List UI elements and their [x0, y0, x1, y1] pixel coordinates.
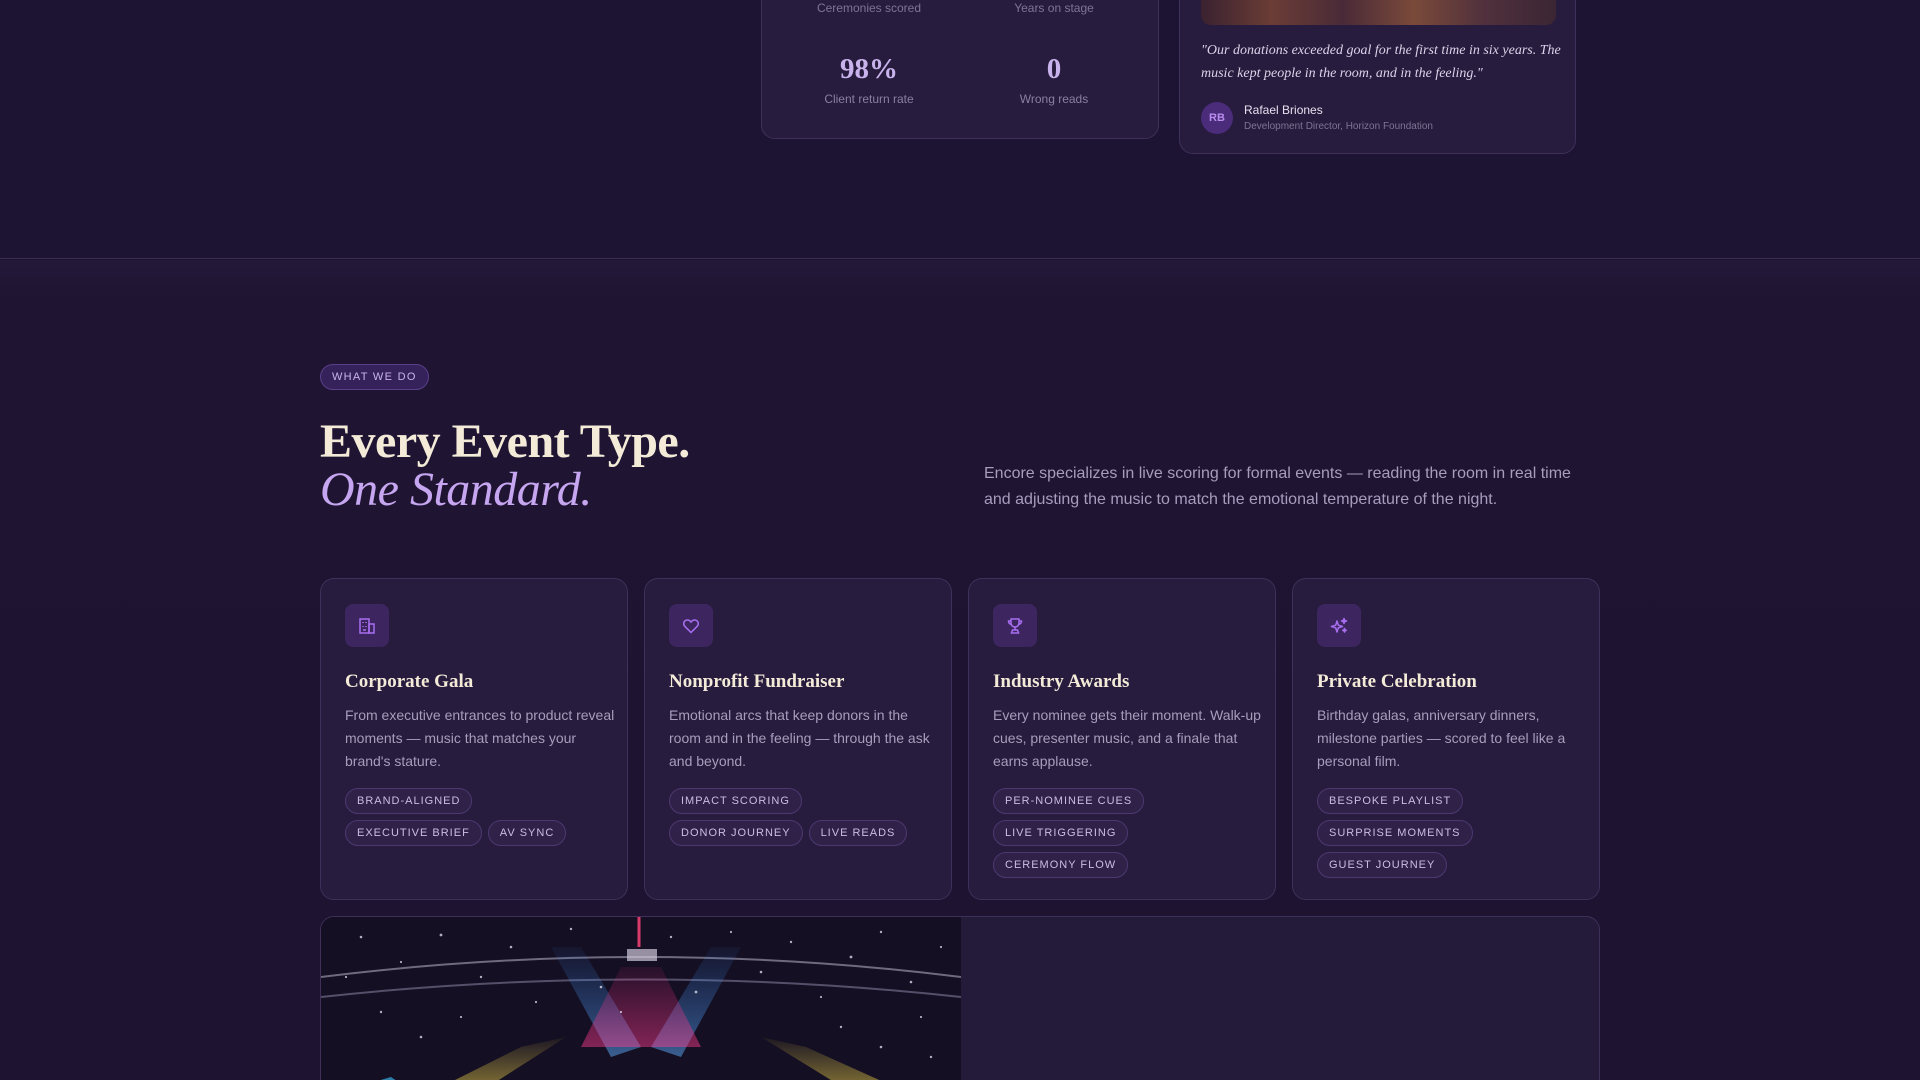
testimonial-photo	[1201, 0, 1556, 25]
tag: PER-NOMINEE CUES	[993, 788, 1145, 814]
service-card-corporate-gala[interactable]: Corporate Gala From executive entrances …	[320, 578, 628, 900]
feature-card	[320, 916, 1600, 1080]
stat-label: Client return rate	[824, 92, 914, 106]
tag: BRAND-ALIGNED	[345, 788, 473, 814]
tag: SURPRISE MOMENTS	[1317, 820, 1473, 846]
card-title: Nonprofit Fundraiser	[669, 671, 845, 692]
tag: DONOR JOURNEY	[669, 820, 803, 846]
card-description: Birthday galas, anniversary dinners, mil…	[1317, 707, 1566, 769]
stat-label: Wrong reads	[1019, 92, 1089, 106]
service-card-private-celebration[interactable]: Private Celebration Birthday galas, anni…	[1292, 578, 1600, 900]
sparkles-icon	[1317, 604, 1361, 647]
stat-label-years: Years on stage	[1014, 1, 1094, 15]
card-description: Emotional arcs that keep donors in the r…	[669, 707, 930, 769]
card-description: Every nominee gets their moment. Walk-up…	[993, 707, 1261, 769]
tag-list: BESPOKE PLAYLIST SURPRISE MOMENTS GUEST …	[1317, 788, 1587, 878]
tag-list: PER-NOMINEE CUES LIVE TRIGGERING CEREMON…	[993, 788, 1263, 878]
section-intro: Encore specializes in live scoring for f…	[984, 465, 1571, 508]
card-title: Industry Awards	[993, 671, 1130, 692]
stat-wrong-reads: 0 Wrong reads	[964, 53, 1144, 106]
section-title-italic: One Standard.	[320, 463, 592, 516]
author-role: Development Director, Horizon Foundation	[1244, 121, 1433, 132]
building-icon	[345, 604, 389, 647]
stat-value: 0	[1046, 53, 1062, 85]
stat-label-ceremonies: Ceremonies scored	[816, 1, 922, 15]
testimonial-card: "Our donations exceeded goal for the fir…	[1179, 0, 1576, 154]
author-name: Rafael Briones	[1244, 103, 1323, 117]
tag: EXECUTIVE BRIEF	[345, 820, 482, 846]
concert-stage-image	[321, 917, 961, 1080]
stats-card: Ceremonies scored Years on stage 98% Cli…	[761, 0, 1159, 139]
tag: CEREMONY FLOW	[993, 852, 1129, 878]
tag: AV SYNC	[487, 820, 567, 846]
tag-list: BRAND-ALIGNED EXECUTIVE BRIEF AV SYNC	[345, 788, 615, 846]
avatar: RB	[1201, 102, 1233, 134]
tag: BESPOKE PLAYLIST	[1317, 788, 1464, 814]
card-title: Private Celebration	[1317, 671, 1477, 692]
trophy-icon	[993, 604, 1037, 647]
stat-value: 98%	[840, 53, 898, 85]
tag: IMPACT SCORING	[669, 788, 802, 814]
tag: LIVE READS	[808, 820, 908, 846]
section-eyebrow-badge: WHAT WE DO	[320, 364, 429, 390]
card-description: From executive entrances to product reve…	[345, 707, 615, 769]
tag-list: IMPACT SCORING DONOR JOURNEY LIVE READS	[669, 788, 939, 846]
testimonial-quote: "Our donations exceeded goal for the fir…	[1201, 43, 1561, 81]
tag: LIVE TRIGGERING	[993, 820, 1129, 846]
card-title: Corporate Gala	[345, 671, 474, 692]
service-card-industry-awards[interactable]: Industry Awards Every nominee gets their…	[968, 578, 1276, 900]
section-title: Every Event Type.	[320, 415, 690, 468]
heart-icon	[669, 604, 713, 647]
tag: GUEST JOURNEY	[1317, 852, 1448, 878]
stat-return-rate: 98% Client return rate	[779, 53, 959, 106]
service-card-nonprofit-fundraiser[interactable]: Nonprofit Fundraiser Emotional arcs that…	[644, 578, 952, 900]
